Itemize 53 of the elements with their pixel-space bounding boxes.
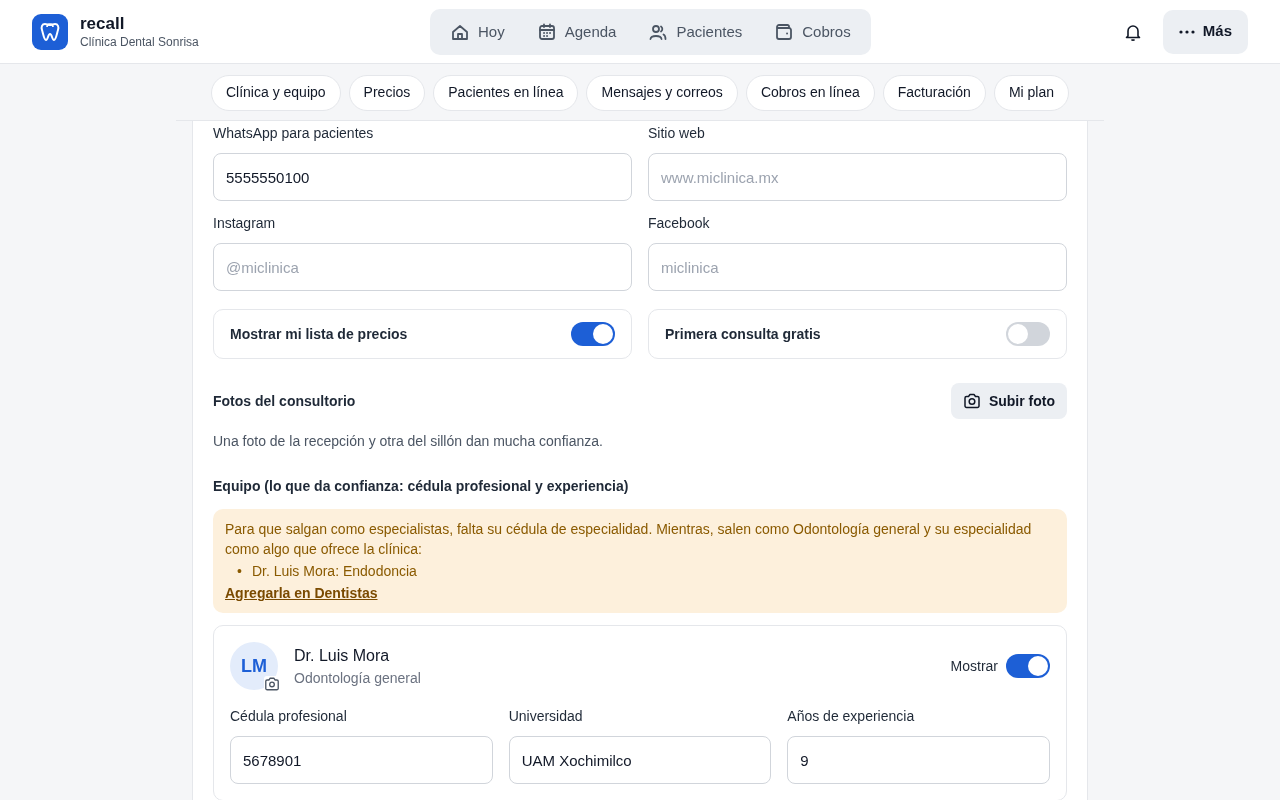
camera-icon [962, 392, 981, 410]
avatar: LM [230, 642, 278, 690]
nav-tab[interactable]: Pacientes [636, 12, 755, 52]
toggle-switch[interactable] [571, 322, 615, 346]
toggle-switch[interactable] [1006, 654, 1050, 678]
field-label: Cédula profesional [230, 707, 348, 726]
field-label: WhatsApp para pacientes [213, 124, 375, 143]
settings-tab[interactable]: Cobros en línea [745, 74, 875, 111]
settings-tab[interactable]: Facturación [882, 74, 986, 111]
clinic-name: Clínica Dental Sonrisa [80, 33, 199, 50]
toggle-switch[interactable] [1006, 322, 1050, 346]
camera-badge[interactable] [264, 676, 280, 692]
text-field[interactable]: 5555550100 [213, 153, 632, 201]
wallet-icon [774, 22, 795, 42]
field-label: Años de experiencia [787, 707, 916, 726]
text-field[interactable]: www.miclinica.mx [648, 153, 1067, 201]
hint-text: Una foto de la recepción y otra del sillón dan mucha confianza. [213, 432, 604, 451]
toggle-label: Mostrar mi lista de precios [230, 324, 408, 344]
settings-tab[interactable]: Precios [348, 74, 426, 111]
nav-tab[interactable]: Agenda [524, 12, 629, 52]
upload-photo-button[interactable]: Subir foto [950, 383, 1067, 419]
dentist-name: Dr. Luis Mora [294, 645, 391, 666]
dentist-specialty: Odontología general [294, 668, 421, 688]
settings-tab[interactable]: Pacientes en línea [433, 74, 579, 111]
alert-text: Para que salgan como especialistas, falta su cédula de especialidad. Mientras, salen como Odontología general y su especialidad como algo que ofrece la clínica: [225, 520, 1033, 559]
text-field[interactable]: @miclinica [213, 243, 632, 291]
field-label: Facebook [648, 214, 711, 233]
dots-icon [1178, 29, 1195, 34]
section-title: Fotos del consultorio [213, 391, 356, 411]
section-title: Equipo (lo que da confianza: cédula profesional y experiencia) [213, 477, 630, 496]
nav-tab[interactable]: Cobros [762, 12, 863, 52]
calendar-icon [536, 22, 557, 42]
app-name: recall [80, 13, 126, 34]
users-icon [648, 22, 669, 42]
text-field[interactable]: 9 [787, 736, 1050, 784]
nav-tab[interactable]: Hoy [438, 12, 517, 52]
settings-tab[interactable]: Mi plan [993, 74, 1069, 111]
more-button[interactable]: Más [1162, 9, 1248, 54]
bullet-mark: • [237, 562, 242, 581]
settings-tab[interactable]: Mensajes y correos [586, 74, 738, 111]
toggle-label: Primera consulta gratis [665, 324, 821, 344]
list-item: Dr. Luis Mora: Endodoncia [251, 562, 417, 581]
dentists-link[interactable]: Agregarla en Dentistas [225, 585, 378, 601]
text-field[interactable]: UAM Xochimilco [508, 736, 772, 784]
text-field[interactable]: miclinica [648, 243, 1067, 291]
field-label: Sitio web [648, 124, 706, 143]
home-icon [450, 22, 470, 42]
field-label: Instagram [213, 214, 277, 233]
show-label: Mostrar [950, 656, 998, 676]
camera-icon [264, 676, 280, 692]
text-field[interactable]: 5678901 [230, 736, 493, 784]
settings-tab[interactable]: Clínica y equipo [210, 74, 341, 111]
field-label: Universidad [508, 707, 584, 726]
